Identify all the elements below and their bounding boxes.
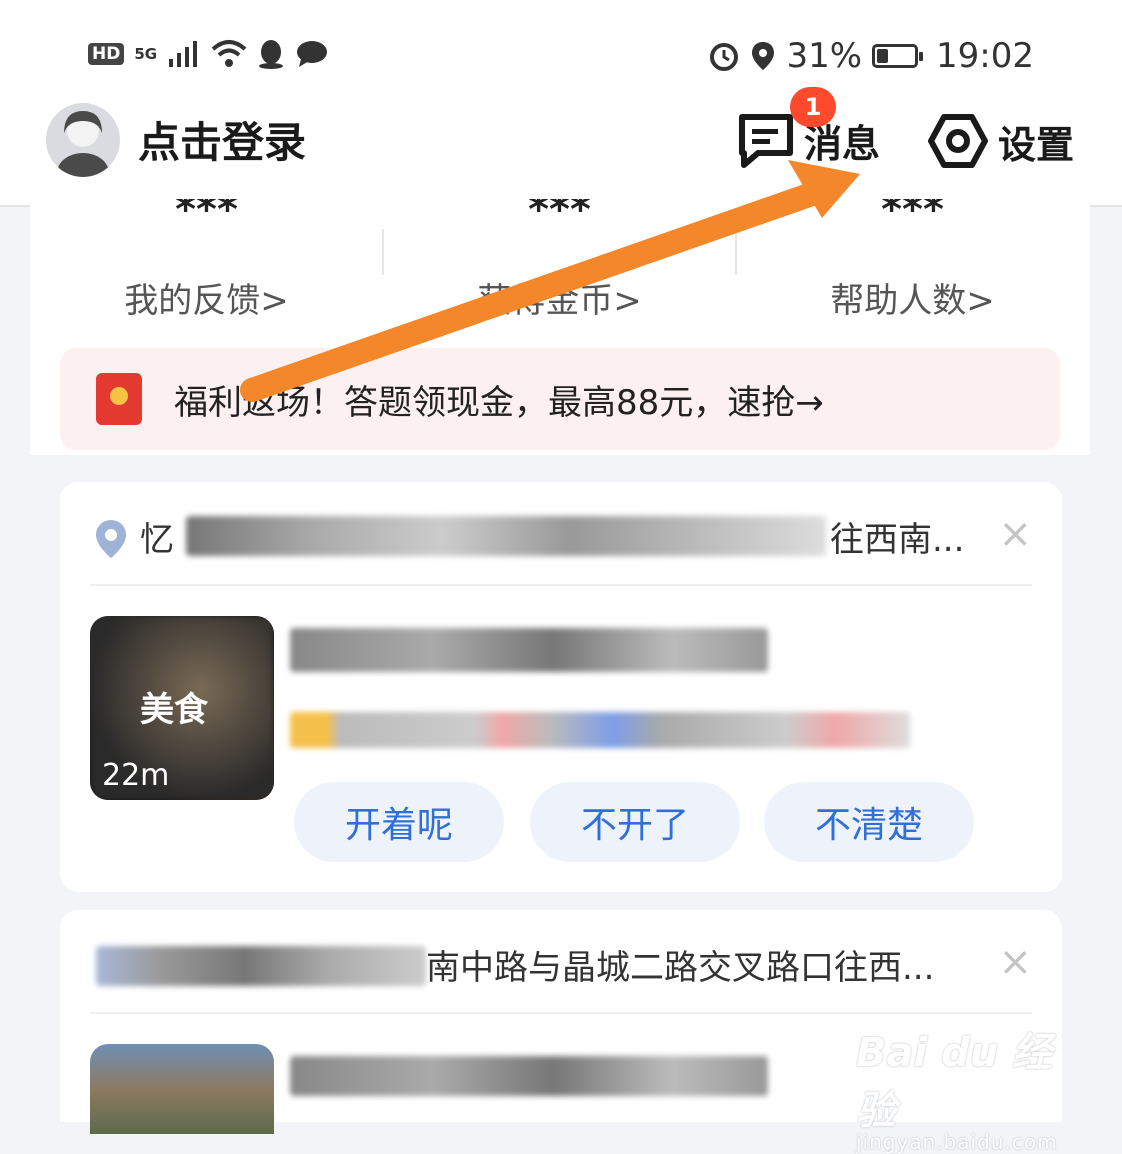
stats-row: *** 我的反馈> *** 获得金币> *** 帮助人数> (30, 199, 1090, 322)
clock: 19:02 (936, 36, 1034, 76)
network-type: 5G (134, 45, 158, 63)
battery-icon (872, 44, 924, 68)
option-unsure-button[interactable]: 不清楚 (764, 782, 974, 862)
qq-icon (259, 40, 284, 69)
stat-coins[interactable]: *** 获得金币> (383, 199, 736, 322)
stat-feedback[interactable]: *** 我的反馈> (30, 199, 383, 322)
red-envelope-icon (96, 373, 142, 425)
stats-card: *** 我的反馈> *** 获得金币> *** 帮助人数> 福利返场！答题领现金… (30, 199, 1090, 455)
stat-divider (735, 229, 737, 275)
promo-text: 福利返场！答题领现金，最高88元，速抢→ (174, 382, 824, 423)
status-bar: HD 5G 31% 19:02 (0, 0, 1122, 105)
close-icon[interactable]: × (998, 514, 1032, 554)
message-icon (739, 114, 793, 168)
location-pin-icon (96, 520, 126, 558)
poi-divider (90, 1012, 1032, 1014)
poi-thumbnail[interactable]: 美食 22m (90, 616, 274, 800)
poi-header: 南中路与晶城二路交叉路口往西... (90, 936, 1030, 994)
chat-icon (297, 41, 328, 67)
poi-title-suffix: 南中路与晶城二路交叉路口往西... (426, 948, 935, 988)
stat-value: *** (175, 199, 238, 233)
watermark-url: jingyan.baidu.com (856, 1130, 1058, 1154)
stat-value: *** (881, 199, 944, 233)
settings-label: 设置 (998, 122, 1075, 167)
signal-icon (169, 41, 198, 67)
distance-label: 22m (102, 758, 170, 793)
option-closed-button[interactable]: 不开了 (530, 782, 740, 862)
redacted-name (290, 628, 768, 672)
hd-indicator: HD (88, 43, 125, 65)
status-icons-right: 31% 19:02 (708, 36, 1034, 76)
promo-banner[interactable]: 福利返场！答题领现金，最高88元，速抢→ (60, 348, 1060, 450)
wifi-icon (211, 40, 247, 67)
status-icons-left: HD 5G (88, 38, 329, 70)
stat-label: 我的反馈> (124, 281, 289, 321)
battery-percent: 31% (786, 36, 863, 76)
category-tag: 美食 (140, 690, 208, 730)
poi-title-prefix: 忆 (140, 520, 174, 560)
location-icon (752, 42, 775, 70)
settings-button[interactable]: 设置 (928, 111, 1074, 171)
alarm-icon (710, 43, 739, 71)
redacted-address (186, 516, 826, 556)
baidu-jingyan-watermark: Bai du 经验 jingyan.baidu.com (856, 1020, 1066, 1154)
stat-value: *** (528, 199, 591, 233)
gear-icon (928, 114, 988, 168)
avatar[interactable] (46, 103, 120, 177)
poi-header: 忆 往西南... (90, 508, 1030, 566)
stat-helped[interactable]: *** 帮助人数> (736, 199, 1089, 322)
login-link[interactable]: 点击登录 (138, 109, 306, 170)
poi-thumbnail[interactable] (90, 1044, 274, 1134)
poi-divider (90, 584, 1032, 586)
poi-card: 忆 往西南... × 美食 22m 开着呢 不开了 不清楚 (60, 482, 1062, 892)
redacted-name (290, 1056, 768, 1096)
stat-label: 帮助人数> (830, 281, 995, 321)
stat-divider (382, 229, 384, 275)
unread-badge: 1 (790, 87, 836, 127)
profile-header: 点击登录 消息 1 设置 (0, 87, 1122, 207)
watermark-logo: Bai du 经验 (856, 1030, 1053, 1134)
stat-label: 获得金币> (477, 281, 642, 321)
battery-level (877, 49, 889, 63)
user-avatar-icon (57, 111, 109, 177)
poi-title-suffix: 往西南... (830, 520, 965, 560)
redacted-tags (290, 712, 910, 748)
close-icon[interactable]: × (998, 942, 1032, 982)
redacted-address (96, 946, 426, 986)
option-open-button[interactable]: 开着呢 (294, 782, 504, 862)
